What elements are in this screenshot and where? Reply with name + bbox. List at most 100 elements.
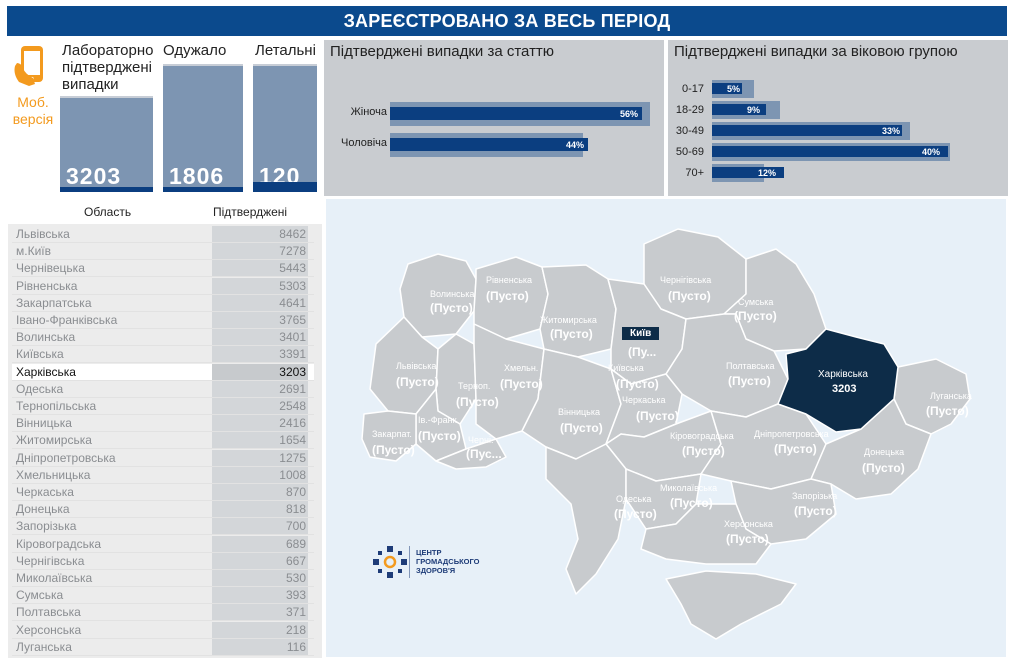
public-health-center-logo: ЦЕНТР ГРОМАДСЬКОГО ЗДОРОВ'Я — [370, 544, 480, 580]
table-row[interactable]: Харківська 3203 — [12, 363, 314, 381]
kpi-deaths-label: Летальні — [255, 42, 316, 59]
age-bar-label: 30-49 — [675, 125, 704, 137]
table-row[interactable]: Волинська 3401 — [12, 329, 314, 347]
table-row[interactable]: Житомирська 1654 — [12, 432, 314, 450]
map-label-luhanska: Луганська — [930, 391, 972, 401]
table-row[interactable]: Миколаївська 530 — [12, 570, 314, 587]
kpi-confirmed: Лабораторно підтверджені випадки 3203 — [60, 40, 155, 192]
table-row[interactable]: Івано-Франківська 3765 — [12, 312, 314, 329]
map-label-cherkaska: Черкаська — [622, 395, 666, 405]
confirmed-count: 5303 — [279, 278, 306, 293]
region-name: Житомирська — [16, 433, 92, 448]
age-chart-panel: Підтверджені випадки за віковою групою 0… — [668, 40, 1008, 196]
map-label-zaporizka: Запорізька — [792, 491, 838, 501]
table-row[interactable]: Хмельницька 1008 — [12, 466, 314, 484]
table-row[interactable]: Тернопільська 2548 — [12, 398, 314, 415]
confirmed-count: 371 — [285, 605, 306, 620]
col-confirmed-header[interactable]: Підтверджені — [213, 205, 287, 219]
region-name: Вінницька — [16, 416, 72, 431]
age-bar-0-17[interactable]: 0-17 5% — [672, 80, 1002, 98]
table-row[interactable]: Кіровоградська 689 — [12, 535, 314, 553]
mobile-version-link[interactable]: Моб. версія — [8, 44, 58, 128]
map-label-volynska: Волинська — [430, 289, 475, 299]
map-value-kirovohradska: (Пусто) — [682, 444, 725, 458]
map-label-zakarpatska: Закарпат. — [372, 429, 412, 439]
table-row[interactable]: м.Київ 7278 — [12, 243, 314, 261]
map-label-mykolaivska: Миколаївська — [660, 483, 718, 493]
map-value-khersonska: (Пусто) — [726, 532, 769, 546]
confirmed-count: 700 — [285, 519, 306, 534]
confirmed-count: 689 — [285, 536, 306, 551]
region-name: Київська — [16, 347, 64, 362]
region-name: Херсонська — [16, 622, 82, 637]
table-row[interactable]: Одеська 2691 — [12, 380, 314, 398]
kpi-recovered: Одужало 1806 — [163, 40, 245, 192]
age-bar-label: 50-69 — [675, 146, 704, 158]
confirmed-count: 8462 — [279, 227, 306, 241]
confirmed-count: 3391 — [279, 347, 306, 362]
confirmed-count: 1008 — [279, 467, 306, 482]
phone-hand-icon — [14, 46, 43, 86]
map-label-ternopilska: Терноп. — [458, 381, 491, 391]
ukraine-map: Волинська (Пусто) Рівненська (Пусто) Жит… — [326, 199, 1006, 657]
map-label-rivnenska: Рівненська — [486, 275, 533, 285]
map-label-lvivska: Львівська — [396, 361, 437, 371]
region-name: Чернігівська — [16, 553, 85, 568]
age-bar-50-69[interactable]: 50-69 40% — [672, 143, 1002, 161]
table-row[interactable]: Сумська 393 — [12, 587, 314, 605]
map-label-khmelnytska: Хмельн. — [504, 363, 539, 373]
kpi-recovered-box: 1806 — [163, 64, 243, 192]
table-row[interactable]: Полтавська 371 — [12, 604, 314, 622]
col-region-header[interactable]: Область — [84, 205, 131, 219]
region-name: Волинська — [16, 330, 76, 345]
sex-bar-male[interactable]: Чоловіча 44% — [324, 133, 644, 159]
table-row[interactable]: Херсонська 218 — [12, 621, 314, 639]
table-row[interactable]: Дніпропетровська 1275 — [12, 449, 314, 467]
table-row[interactable]: Чернігівська 667 — [12, 552, 314, 570]
map-value-khmelnytska: (Пусто) — [500, 377, 543, 391]
map-label-kharkivska: Харківська — [818, 369, 868, 380]
table-row[interactable]: Київська 3391 — [12, 346, 314, 364]
confirmed-count: 393 — [285, 588, 306, 603]
age-bar-18-29[interactable]: 18-29 9% — [672, 101, 1002, 119]
table-row[interactable]: Чернівецька 5443 — [12, 260, 314, 278]
map-value-zaporizka: (Пусто) — [794, 504, 837, 518]
map-value-odeska: (Пусто) — [614, 507, 657, 521]
table-row[interactable]: Рівненська 5303 — [12, 277, 314, 295]
sex-bar-pct: 44% — [565, 140, 584, 150]
map-value-cherkaska: (Пусто) — [636, 409, 679, 423]
sex-bar-label: Чоловіча — [340, 137, 387, 149]
map-label-chernihivska: Чернігівська — [660, 275, 712, 285]
map-value-chernihivska: (Пусто) — [668, 289, 711, 303]
table-row[interactable]: Закарпатська 4641 — [12, 294, 314, 312]
sex-bar-female[interactable]: Жіноча 56% — [324, 102, 650, 128]
region-name: Хмельницька — [16, 467, 91, 482]
map-label-poltavska: Полтавська — [726, 361, 775, 371]
kpi-deaths-box: 120 — [253, 64, 317, 192]
table-row[interactable]: Луганська 116 — [12, 638, 314, 656]
map-label-donetska: Донецька — [864, 447, 905, 457]
table-row[interactable]: Львівська 8462 — [12, 226, 314, 243]
confirmed-count: 667 — [285, 553, 306, 568]
sex-bar-label: Жіноча — [350, 106, 387, 118]
map-value-ternopilska: (Пусто) — [456, 395, 499, 409]
map-label-chernivetska: Черні. — [468, 435, 494, 445]
map-label-sumska: Сумська — [738, 297, 774, 307]
kpi-recovered-label: Одужало — [163, 42, 227, 59]
table-row[interactable]: Вінницька 2416 — [12, 415, 314, 433]
region-name: Донецька — [16, 502, 70, 517]
table-row[interactable]: Запорізька 700 — [12, 518, 314, 536]
map-label-kirovohradska: Кіровоградська — [670, 431, 734, 441]
table-row[interactable]: Донецька 818 — [12, 501, 314, 519]
age-bar-pct: 5% — [726, 84, 740, 94]
map-value-mykolaivska: (Пусто) — [670, 496, 713, 510]
age-bar-70plus[interactable]: 70+ 12% — [672, 164, 1002, 182]
region-name: Черкаська — [16, 485, 74, 499]
age-bar-pct: 12% — [757, 168, 776, 178]
age-bar-30-49[interactable]: 30-49 33% — [672, 122, 1002, 140]
region-name: Луганська — [16, 639, 72, 654]
age-bar-label: 70+ — [685, 167, 704, 179]
table-row[interactable]: Черкаська 870 — [12, 484, 314, 501]
table-header: Область Підтверджені — [8, 199, 322, 224]
confirmed-count: 7278 — [279, 244, 306, 259]
